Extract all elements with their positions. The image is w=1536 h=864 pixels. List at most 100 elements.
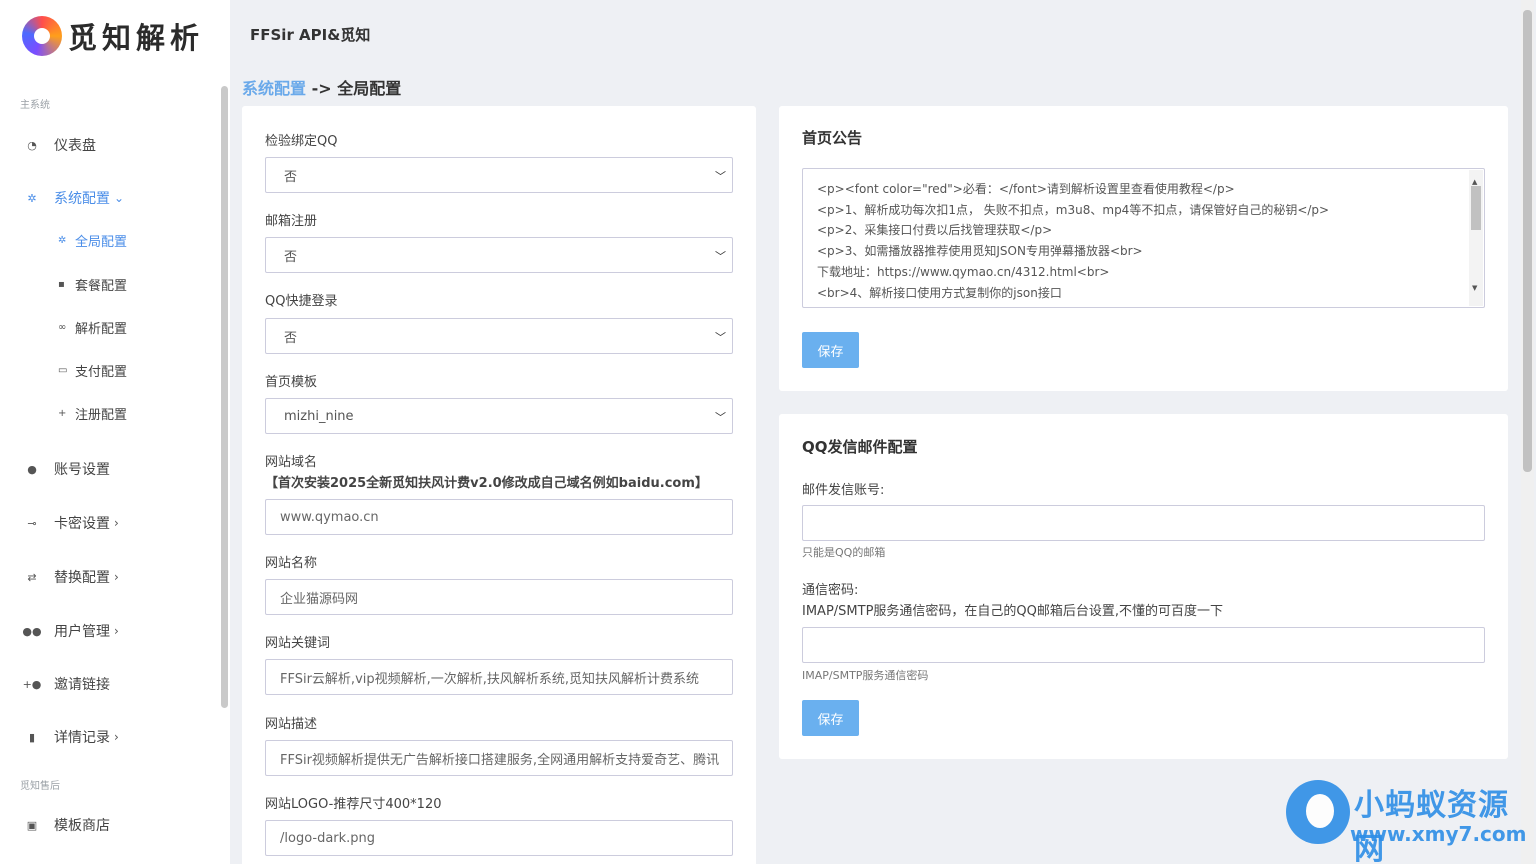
app-title: FFSir API&觅知 [250,26,371,44]
site-keywords-label: 网站关键词 [265,636,331,651]
sidebar-item-label: 详情记录 [54,730,110,746]
sidebar-item-system-config[interactable]: ✲ 系统配置 ⌄ [22,187,124,209]
scrollbar-thumb[interactable] [1523,10,1532,472]
sidebar-item-label: 替换配置 [54,570,110,586]
sidebar-item-template-store[interactable]: ▣ 模板商店 [22,814,110,836]
mail-save-button[interactable]: 保存 [802,700,859,736]
sidebar-subitem-parse-config[interactable]: ∞ 解析配置 [58,317,127,337]
sidebar-item-label: 邀请链接 [54,677,110,693]
qq-login-value: 否 [284,330,298,346]
notice-line: 下载地址：https://www.qymao.cn/4312.html<br> [817,264,1110,279]
sidebar-subitem-label: 套餐配置 [75,278,128,294]
chevron-right-icon: › [114,730,119,744]
sidebar-subitem-label: 全局配置 [75,234,128,250]
chevron-right-icon: › [114,570,119,584]
site-name-label: 网站名称 [265,556,318,571]
sidebar-item-dashboard[interactable]: ◔ 仪表盘 [22,134,96,156]
chevron-down-icon: ﹀ [715,411,726,424]
sidebar-item-account[interactable]: ● 账号设置 [22,458,110,480]
notice-line: <p>3、如需播放器推荐使用觅知JSON专用弹幕播放器<br> [817,244,1143,259]
sidebar-item-label: 仪表盘 [54,138,96,154]
textarea-scrollbar[interactable]: ▲ ▼ [1469,170,1483,306]
logo-text: 觅知解析 [68,21,205,55]
key-icon: ⊸ [27,516,37,530]
site-logo-label: 网站LOGO-推荐尺寸400*120 [265,797,442,812]
qq-login-select[interactable]: 否 ﹀ [265,318,733,354]
card-icon: ▭ [58,364,68,376]
scroll-down-icon[interactable]: ▼ [1472,278,1477,299]
sidebar-item-records[interactable]: ▮ 详情记录 › [22,726,119,748]
sidebar-item-card-key[interactable]: ⊸ 卡密设置 › [22,512,119,534]
notice-save-button[interactable]: 保存 [802,332,859,368]
section-label-main: 主系统 [20,100,50,111]
chevron-down-icon: ﹀ [715,250,726,263]
sidebar-subitem-payment-config[interactable]: ▭ 支付配置 [58,360,127,380]
notice-card: 首页公告 <p><font color="red">必看：</font>请到解析… [779,106,1508,391]
chevron-down-icon: ⌄ [114,191,125,205]
chevron-right-icon: › [114,516,119,530]
chevron-down-icon: ﹀ [715,170,726,183]
notice-textarea[interactable]: <p><font color="red">必看：</font>请到解析设置里查看… [802,168,1485,308]
qq-login-label: QQ快捷登录 [265,294,338,309]
users-icon: ●● [22,624,42,638]
scrollbar-thumb[interactable] [1471,186,1481,230]
sidebar-item-users[interactable]: ●● 用户管理 › [22,620,119,642]
site-domain-input[interactable]: www.qymao.cn [265,499,733,535]
home-template-select[interactable]: mizhi_nine ﹀ [265,398,733,434]
sidebar-subitem-global-config[interactable]: ✲ 全局配置 [58,230,127,250]
chevron-right-icon: › [114,624,119,638]
mail-config-card: QQ发信邮件配置 邮件发信账号: 只能是QQ的邮箱 通信密码: IMAP/SMT… [779,414,1508,759]
logo-icon [22,16,62,56]
brand-logo[interactable]: 觅知解析 [22,14,204,58]
sidebar-subitem-package-config[interactable]: ▪ 套餐配置 [58,274,127,294]
notice-line: <p>1、解析成功每次扣1点， 失败不扣点，m3u8、mp4等不扣点，请保管好自… [817,202,1330,217]
mail-account-input[interactable] [802,505,1485,541]
sidebar-subitem-label: 支付配置 [75,364,128,380]
mail-config-title: QQ发信邮件配置 [802,438,918,456]
mail-account-hint: 只能是QQ的邮箱 [802,546,886,559]
watermark-logo-icon [1286,780,1350,844]
notice-line: <p>2、采集接口付费以后找管理获取</p> [817,223,1053,238]
sidebar: 觅知解析 主系统 ◔ 仪表盘 ✲ 系统配置 ⌄ ✲ 全局配置 ▪ 套餐配置 ∞ … [0,0,230,864]
qq-bind-label: 检验绑定QQ [265,134,338,149]
link-icon: ∞ [58,321,67,333]
sidebar-item-label: 卡密设置 [54,516,110,532]
breadcrumb-parent-link[interactable]: 系统配置 [242,79,306,98]
sidebar-item-replace[interactable]: ⇄ 替换配置 › [22,566,119,588]
sidebar-item-label: 模板商店 [54,818,110,834]
user-icon: ● [27,462,37,476]
site-description-input[interactable]: FFSir视频解析提供无广告解析接口搭建服务,全网通用解析支持爱奇艺、腾讯 [265,740,733,776]
mail-password-hint: IMAP/SMTP服务通信密码 [802,669,929,682]
sidebar-item-invite[interactable]: +● 邀请链接 [22,673,110,695]
site-description-label: 网站描述 [265,717,318,732]
email-register-value: 否 [284,249,298,265]
sidebar-subitem-label: 解析配置 [75,321,128,337]
sidebar-item-label: 账号设置 [54,462,110,478]
gauge-icon: ◔ [27,138,37,152]
sidebar-scrollbar[interactable] [221,86,228,708]
breadcrumb-separator: -> [311,79,332,98]
gear-icon: ✲ [27,191,37,205]
bag-icon: ▪ [58,278,65,290]
store-icon: ▣ [26,818,38,832]
email-register-select[interactable]: 否 ﹀ [265,237,733,273]
breadcrumb: 系统配置 -> 全局配置 [242,75,401,99]
user-plus-icon: +● [22,677,42,691]
qq-bind-select[interactable]: 否 ﹀ [265,157,733,193]
email-register-label: 邮箱注册 [265,214,318,229]
page-scrollbar[interactable] [1521,0,1534,864]
notice-line: <br>4、解析接口使用方式复制你的json接口 [817,285,1062,300]
qq-bind-value: 否 [284,169,298,185]
site-keywords-input[interactable]: FFSir云解析,vip视频解析,一次解析,扶风解析系统,觅知扶风解析计费系统 [265,659,733,695]
mail-password-input[interactable] [802,627,1485,663]
sidebar-subitem-register-config[interactable]: + 注册配置 [58,403,127,423]
home-template-label: 首页模板 [265,375,318,390]
sidebar-subitem-label: 注册配置 [75,407,128,423]
chevron-down-icon: ﹀ [715,331,726,344]
site-logo-input[interactable]: /logo-dark.png [265,820,733,856]
site-name-input[interactable]: 企业猫源码网 [265,579,733,615]
site-domain-label: 网站域名 [265,455,318,470]
clipboard-icon: ▮ [28,730,36,744]
site-domain-hint: 【首次安装2025全新觅知扶风计费v2.0修改成自己域名例如baidu.com】 [265,476,708,491]
mail-account-label: 邮件发信账号: [802,483,885,498]
